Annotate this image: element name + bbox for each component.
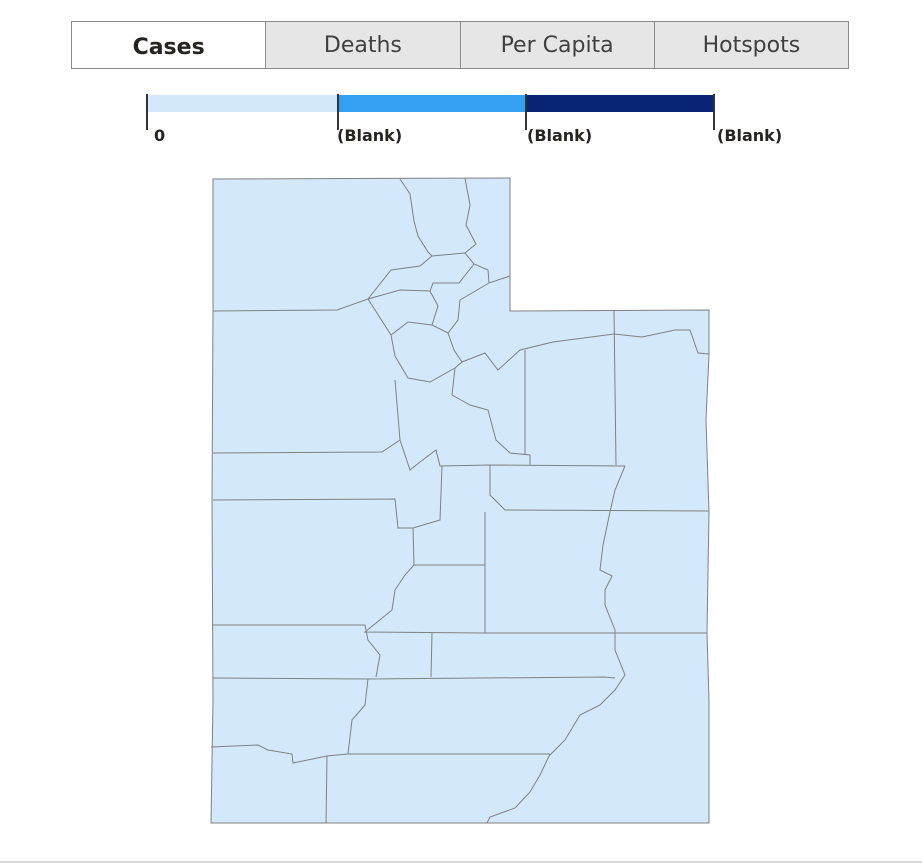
utah-county-map[interactable] xyxy=(0,0,922,864)
state-outline xyxy=(210,177,710,824)
county-regions xyxy=(210,177,710,824)
bottom-divider xyxy=(0,861,922,863)
